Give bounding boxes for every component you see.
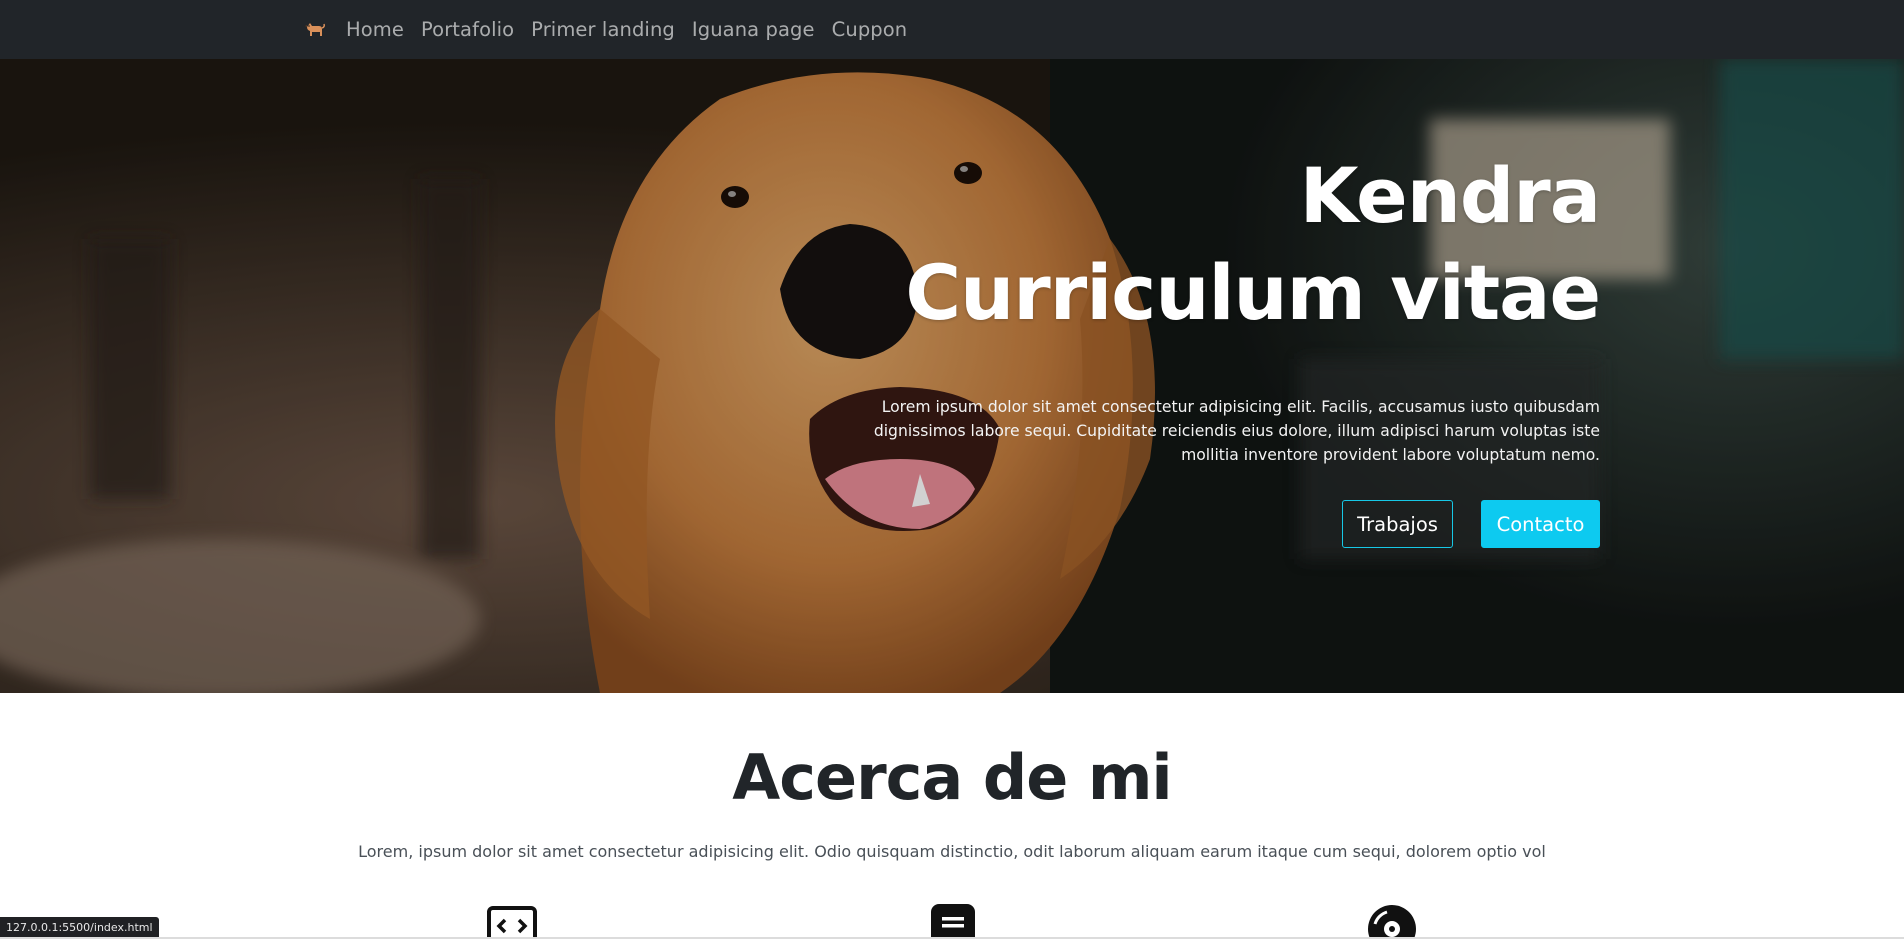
nav-link-iguana-page[interactable]: Iguana page bbox=[692, 18, 815, 41]
nav-link-primer-landing[interactable]: Primer landing bbox=[531, 18, 675, 41]
navbar: Home Portafolio Primer landing Iguana pa… bbox=[0, 0, 1904, 59]
contact-button[interactable]: Contacto bbox=[1481, 500, 1600, 548]
nav-link-cuppon[interactable]: Cuppon bbox=[832, 18, 908, 41]
dog-icon[interactable] bbox=[302, 19, 326, 41]
nav-link-home[interactable]: Home bbox=[346, 18, 404, 41]
hero-title-name: Kendra bbox=[1299, 151, 1601, 240]
hero-text: Kendra Curriculum vitae Lorem ipsum dolo… bbox=[700, 147, 1601, 467]
nav-link-portafolio[interactable]: Portafolio bbox=[421, 18, 514, 41]
hero-description: Lorem ipsum dolor sit amet consectetur a… bbox=[873, 398, 1600, 464]
about-text: Lorem, ipsum dolor sit amet consectetur … bbox=[358, 842, 1546, 861]
hero-section: Kendra Curriculum vitae Lorem ipsum dolo… bbox=[0, 59, 1904, 693]
status-bar-url: 127.0.0.1:5500/index.html bbox=[0, 917, 159, 939]
nav-links: Home Portafolio Primer landing Iguana pa… bbox=[302, 0, 924, 59]
hero-buttons: Trabajos Contacto bbox=[1342, 500, 1600, 548]
about-title: Acerca de mi bbox=[732, 741, 1172, 814]
works-button[interactable]: Trabajos bbox=[1342, 500, 1453, 548]
hero-title-subtitle: Curriculum vitae bbox=[905, 248, 1601, 337]
